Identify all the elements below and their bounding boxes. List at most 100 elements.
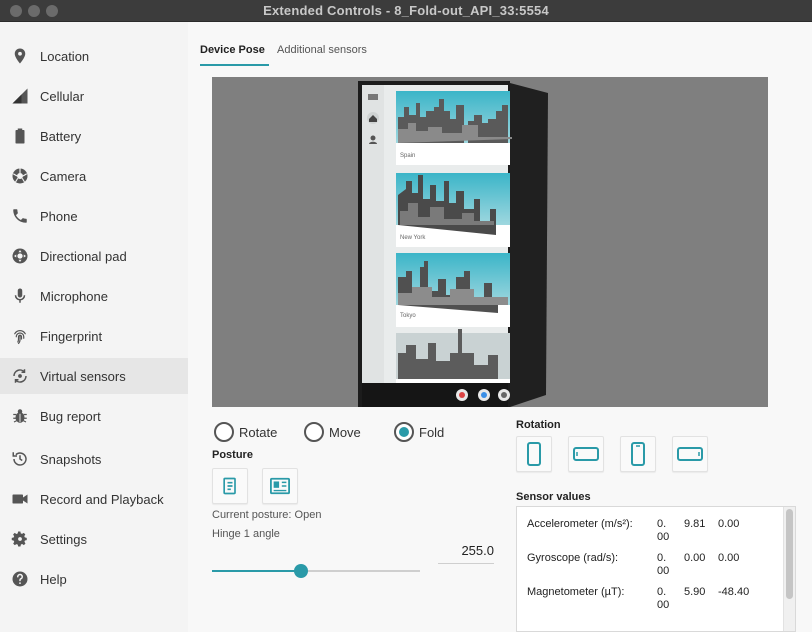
card-label-spain: Spain [400, 153, 416, 159]
sidebar: Location Cellular Battery Camera Phone D… [0, 22, 188, 632]
fingerprint-icon [10, 326, 30, 346]
sidebar-item-help[interactable]: Help [0, 561, 188, 597]
device-3d-viewport[interactable]: Spain New York Tokyo [212, 77, 768, 407]
radio-move-label: Move [329, 424, 361, 440]
tab-device-pose[interactable]: Device Pose [200, 44, 265, 56]
gyroscope-y: 0.00 [684, 552, 706, 564]
gyroscope-z: 0.00 [718, 552, 740, 564]
accelerometer-y: 9.81 [684, 518, 706, 530]
sidebar-item-label: Location [40, 48, 90, 64]
sidebar-item-location[interactable]: Location [0, 38, 188, 74]
sensor-values-heading: Sensor values [516, 491, 591, 503]
card-label-new-york: New York [400, 235, 426, 241]
sidebar-item-label: Virtual sensors [40, 368, 126, 384]
active-tab-indicator [200, 64, 269, 66]
main-panel: Device Pose Additional sensors Spain New… [188, 22, 812, 632]
hinge-angle-label: Hinge 1 angle [212, 528, 280, 540]
sidebar-item-label: Battery [40, 128, 82, 144]
tab-additional-sensors[interactable]: Additional sensors [277, 44, 367, 56]
accelerometer-x-cont: 00 [657, 531, 670, 543]
microphone-icon [10, 286, 30, 306]
posture-tablet-button[interactable] [262, 468, 298, 504]
radio-move[interactable]: Move [304, 422, 361, 442]
sidebar-item-battery[interactable]: Battery [0, 118, 188, 154]
sidebar-item-label: Settings [40, 531, 87, 547]
dpad-icon [10, 246, 30, 266]
sidebar-item-label: Cellular [40, 88, 85, 104]
sidebar-item-snapshots[interactable]: Snapshots [0, 441, 188, 477]
hinge-angle-slider[interactable] [212, 564, 420, 578]
sensor-values-panel: Accelerometer (m/s²): 0. 00 9.81 0.00 Gy… [516, 506, 796, 632]
book-posture-icon [223, 477, 236, 495]
sidebar-item-fingerprint[interactable]: Fingerprint [0, 318, 188, 354]
accelerometer-label: Accelerometer (m/s²): [527, 518, 633, 530]
sidebar-item-cellular[interactable]: Cellular [0, 78, 188, 114]
sidebar-item-record-and-playback[interactable]: Record and Playback [0, 481, 188, 517]
radio-fold-label: Fold [419, 424, 445, 440]
sidebar-item-label: Fingerprint [40, 328, 103, 344]
scrollbar-thumb[interactable] [786, 509, 793, 599]
sidebar-item-phone[interactable]: Phone [0, 198, 188, 234]
sidebar-item-bug-report[interactable]: Bug report [0, 398, 188, 434]
sidebar-item-label: Bug report [40, 408, 101, 424]
sidebar-item-virtual-sensors[interactable]: Virtual sensors [0, 358, 188, 394]
posture-book-button[interactable] [212, 468, 248, 504]
portrait-icon [527, 442, 541, 466]
accelerometer-x: 0. [657, 518, 667, 530]
card-label-tokyo: Tokyo [400, 313, 416, 319]
radio-circle [214, 422, 234, 442]
gear-icon [10, 529, 30, 549]
posture-heading: Posture [212, 449, 253, 461]
current-posture-text: Current posture: Open [212, 509, 322, 521]
location-pin-icon [10, 46, 30, 66]
sidebar-item-label: Camera [40, 168, 87, 184]
gyroscope-x: 0. [657, 552, 667, 564]
bug-icon [10, 406, 30, 426]
camera-aperture-icon [10, 166, 30, 186]
history-icon [10, 449, 30, 469]
signal-icon [10, 86, 30, 106]
slider-thumb[interactable] [294, 564, 309, 578]
sidebar-item-settings[interactable]: Settings [0, 521, 188, 557]
sidebar-item-microphone[interactable]: Microphone [0, 278, 188, 314]
sidebar-item-label: Phone [40, 208, 78, 224]
radio-rotate[interactable]: Rotate [214, 422, 277, 442]
sidebar-item-label: Microphone [40, 288, 108, 304]
hinge-angle-value-field[interactable]: 255.0 [438, 542, 494, 564]
gyroscope-x-cont: 00 [657, 565, 670, 577]
foldable-device-model [358, 81, 548, 407]
radio-fold[interactable]: Fold [394, 422, 444, 442]
sidebar-item-label: Record and Playback [40, 491, 164, 507]
magnetometer-z: -48.40 [718, 586, 750, 598]
magnetometer-y: 5.90 [684, 586, 706, 598]
tablet-posture-icon [270, 477, 290, 495]
radio-rotate-label: Rotate [239, 424, 278, 440]
landscape-icon [573, 447, 599, 461]
sidebar-item-camera[interactable]: Camera [0, 158, 188, 194]
video-camera-icon [10, 489, 30, 509]
reverse-landscape-icon [677, 447, 703, 461]
sidebar-item-label: Help [40, 571, 67, 587]
magnetometer-x-cont: 00 [657, 599, 670, 611]
reverse-portrait-icon [631, 442, 645, 466]
sidebar-item-label: Directional pad [40, 248, 127, 264]
phone-icon [10, 206, 30, 226]
sidebar-item-directional-pad[interactable]: Directional pad [0, 238, 188, 274]
slider-fill [212, 570, 302, 572]
magnetometer-label: Magnetometer (µT): [527, 586, 625, 598]
help-icon [10, 569, 30, 589]
gyroscope-label: Gyroscope (rad/s): [527, 552, 619, 564]
rotate-portrait-button[interactable] [516, 436, 552, 472]
title-bar: Extended Controls - 8_Fold-out_API_33:55… [0, 0, 812, 22]
rotate-landscape-button[interactable] [568, 436, 604, 472]
rotate-reverse-landscape-button[interactable] [672, 436, 708, 472]
battery-icon [10, 126, 30, 146]
accelerometer-z: 0.00 [718, 518, 740, 530]
rotation-heading: Rotation [516, 419, 561, 431]
rotate-sensor-icon [10, 366, 30, 386]
rotate-reverse-portrait-button[interactable] [620, 436, 656, 472]
radio-circle-selected [394, 422, 414, 442]
sensor-values-scrollbar[interactable] [783, 507, 795, 631]
sidebar-item-label: Snapshots [40, 451, 102, 467]
radio-circle [304, 422, 324, 442]
